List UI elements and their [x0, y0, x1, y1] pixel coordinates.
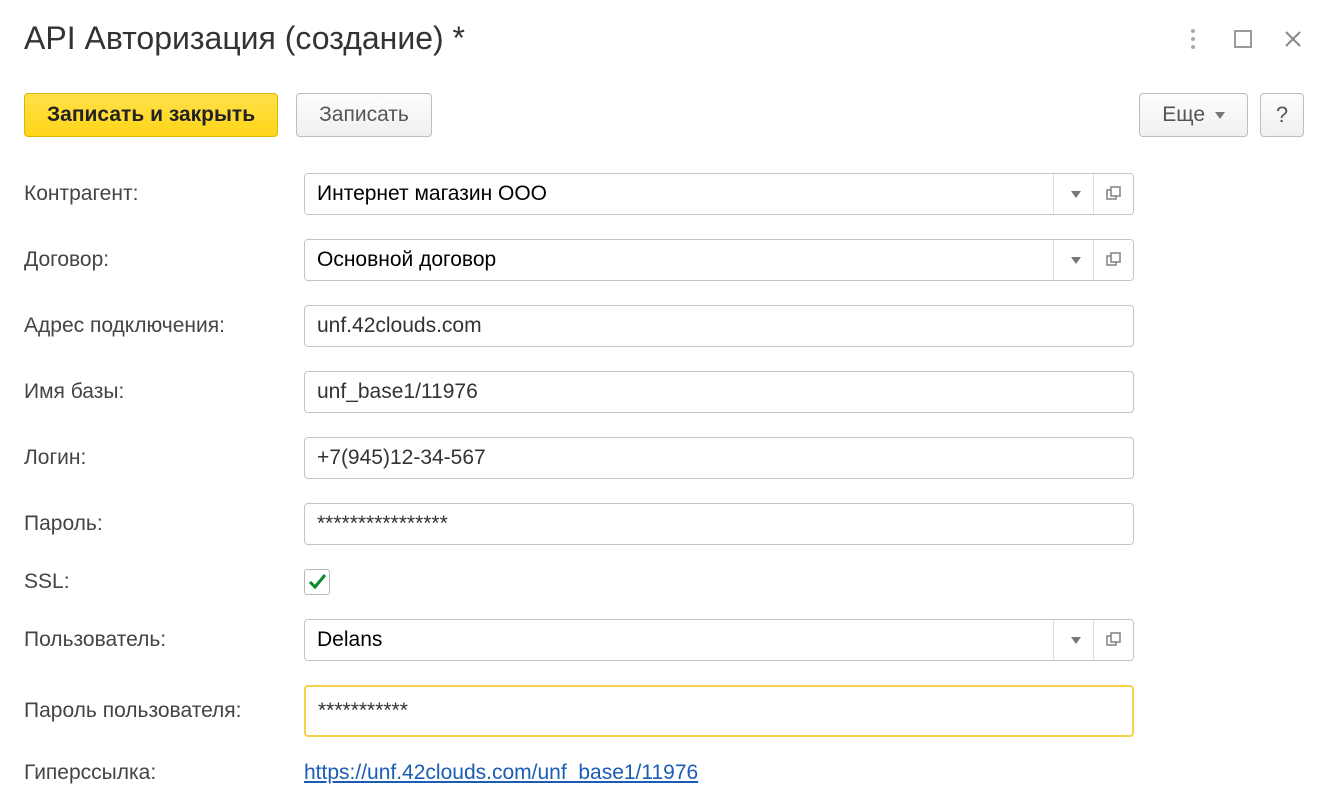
user-dropdown-button[interactable]	[1053, 620, 1093, 660]
more-button[interactable]: Еще	[1139, 93, 1248, 137]
hyperlink-value[interactable]: https://unf.42clouds.com/unf_base1/11976	[304, 761, 698, 785]
basename-label: Имя базы:	[24, 380, 304, 404]
chevron-down-icon	[1071, 637, 1081, 644]
hyperlink-label: Гиперссылка:	[24, 761, 304, 785]
more-button-label: Еще	[1162, 103, 1205, 127]
password-field[interactable]	[304, 503, 1134, 545]
ssl-checkbox[interactable]	[304, 569, 330, 595]
kebab-menu-icon[interactable]	[1182, 28, 1204, 50]
contract-label: Договор:	[24, 248, 304, 272]
user-field[interactable]	[305, 620, 1053, 660]
close-icon[interactable]	[1282, 28, 1304, 50]
open-icon	[1106, 186, 1122, 202]
help-button[interactable]: ?	[1260, 93, 1304, 137]
counterparty-open-button[interactable]	[1093, 174, 1133, 214]
password-label: Пароль:	[24, 512, 304, 536]
counterparty-label: Контрагент:	[24, 182, 304, 206]
contract-field[interactable]	[305, 240, 1053, 280]
address-field[interactable]	[304, 305, 1134, 347]
save-and-close-button[interactable]: Записать и закрыть	[24, 93, 278, 137]
user-label: Пользователь:	[24, 628, 304, 652]
counterparty-dropdown-button[interactable]	[1053, 174, 1093, 214]
basename-field[interactable]	[304, 371, 1134, 413]
contract-dropdown-button[interactable]	[1053, 240, 1093, 280]
ssl-label: SSL:	[24, 570, 304, 594]
save-button[interactable]: Записать	[296, 93, 432, 137]
contract-open-button[interactable]	[1093, 240, 1133, 280]
login-field[interactable]	[304, 437, 1134, 479]
page-title: API Авторизация (создание) *	[24, 20, 465, 57]
chevron-down-icon	[1215, 112, 1225, 119]
user-password-field[interactable]	[304, 685, 1134, 737]
login-label: Логин:	[24, 446, 304, 470]
open-icon	[1106, 252, 1122, 268]
maximize-icon[interactable]	[1232, 28, 1254, 50]
user-open-button[interactable]	[1093, 620, 1133, 660]
chevron-down-icon	[1071, 191, 1081, 198]
address-label: Адрес подключения:	[24, 314, 304, 338]
counterparty-field[interactable]	[305, 174, 1053, 214]
chevron-down-icon	[1071, 257, 1081, 264]
open-icon	[1106, 632, 1122, 648]
checkmark-icon	[307, 572, 327, 592]
user-password-label: Пароль пользователя:	[24, 699, 304, 723]
